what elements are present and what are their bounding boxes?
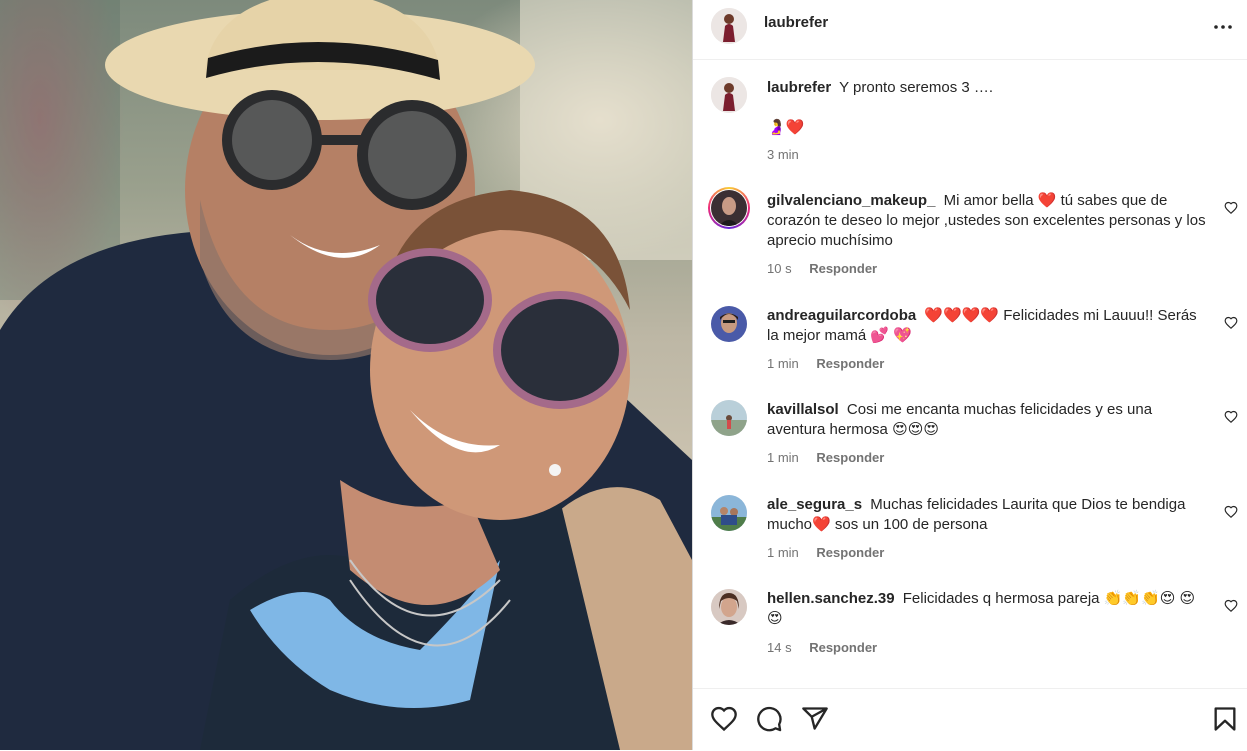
caption-time[interactable]: 3 min [767, 147, 799, 162]
heart-icon[interactable] [1224, 410, 1238, 424]
header-username[interactable]: laubrefer [764, 14, 828, 31]
caption-emojis: 🤰❤️ [767, 119, 805, 136]
comment-meta: 14 s Responder [767, 640, 877, 655]
avatar-image [711, 306, 747, 342]
commenter-avatar[interactable] [711, 495, 747, 531]
caption-body: Y pronto seremos 3 …. [839, 79, 994, 96]
comment-meta: 1 min Responder [767, 450, 884, 465]
more-options-icon[interactable] [1213, 17, 1233, 37]
heart-icon[interactable] [1224, 599, 1238, 613]
caption-username[interactable]: laubrefer [767, 79, 831, 96]
comment-time[interactable]: 1 min [767, 356, 799, 371]
comment-meta: 1 min Responder [767, 356, 884, 371]
comment-username[interactable]: hellen.sanchez.39 [767, 590, 895, 607]
comment-time[interactable]: 14 s [767, 640, 792, 655]
comment-icon[interactable] [755, 705, 783, 733]
comment-text: ale_segura_s Muchas felicidades Laurita … [767, 495, 1207, 535]
comment-username[interactable]: andreaguilarcordoba [767, 307, 916, 324]
couple-photo-illustration [0, 0, 692, 750]
comment-time[interactable]: 1 min [767, 545, 799, 560]
comment-text: hellen.sanchez.39 Felicidades q hermosa … [767, 589, 1207, 629]
comment-text: kavillalsol Cosi me encanta muchas felic… [767, 400, 1207, 440]
post-details-panel: laubrefer laubrefer Y pronto seremos 3 …… [693, 0, 1247, 750]
avatar-image [711, 589, 747, 625]
comment-time[interactable]: 10 s [767, 261, 792, 276]
comment-meta: 10 s Responder [767, 261, 877, 276]
caption-meta: 3 min [767, 147, 813, 162]
bookmark-icon[interactable] [1211, 705, 1239, 733]
comment-text: gilvalenciano_makeup_ Mi amor bella ❤️ t… [767, 191, 1207, 251]
reply-button[interactable]: Responder [816, 450, 884, 465]
heart-icon[interactable] [1224, 201, 1238, 215]
comment-text: andreaguilarcordoba ❤️❤️❤️❤️ Felicidades… [767, 306, 1207, 346]
story-ring[interactable] [708, 187, 750, 229]
avatar-image [711, 495, 747, 531]
comment-time[interactable]: 1 min [767, 450, 799, 465]
action-bar [693, 688, 1247, 751]
avatar-image [711, 400, 747, 436]
commenter-avatar[interactable] [711, 589, 747, 625]
share-icon[interactable] [801, 705, 829, 733]
commenter-avatar[interactable] [711, 190, 747, 226]
caption-avatar[interactable] [711, 77, 747, 113]
avatar-image [711, 8, 747, 44]
caption-text: laubrefer Y pronto seremos 3 …. [767, 78, 1207, 98]
heart-icon[interactable] [1224, 316, 1238, 330]
post-photo[interactable] [0, 0, 692, 750]
comment-meta: 1 min Responder [767, 545, 884, 560]
reply-button[interactable]: Responder [816, 545, 884, 560]
avatar-image [711, 190, 747, 226]
avatar-image [711, 77, 747, 113]
commenter-avatar[interactable] [711, 306, 747, 342]
comment-username[interactable]: gilvalenciano_makeup_ [767, 192, 935, 209]
heart-icon[interactable] [1224, 505, 1238, 519]
reply-button[interactable]: Responder [809, 261, 877, 276]
comment-username[interactable]: kavillalsol [767, 401, 839, 418]
reply-button[interactable]: Responder [816, 356, 884, 371]
reply-button[interactable]: Responder [809, 640, 877, 655]
post-header: laubrefer [693, 0, 1247, 60]
author-avatar[interactable] [711, 8, 747, 44]
heart-icon[interactable] [710, 705, 738, 733]
commenter-avatar[interactable] [711, 400, 747, 436]
comment-username[interactable]: ale_segura_s [767, 496, 862, 513]
